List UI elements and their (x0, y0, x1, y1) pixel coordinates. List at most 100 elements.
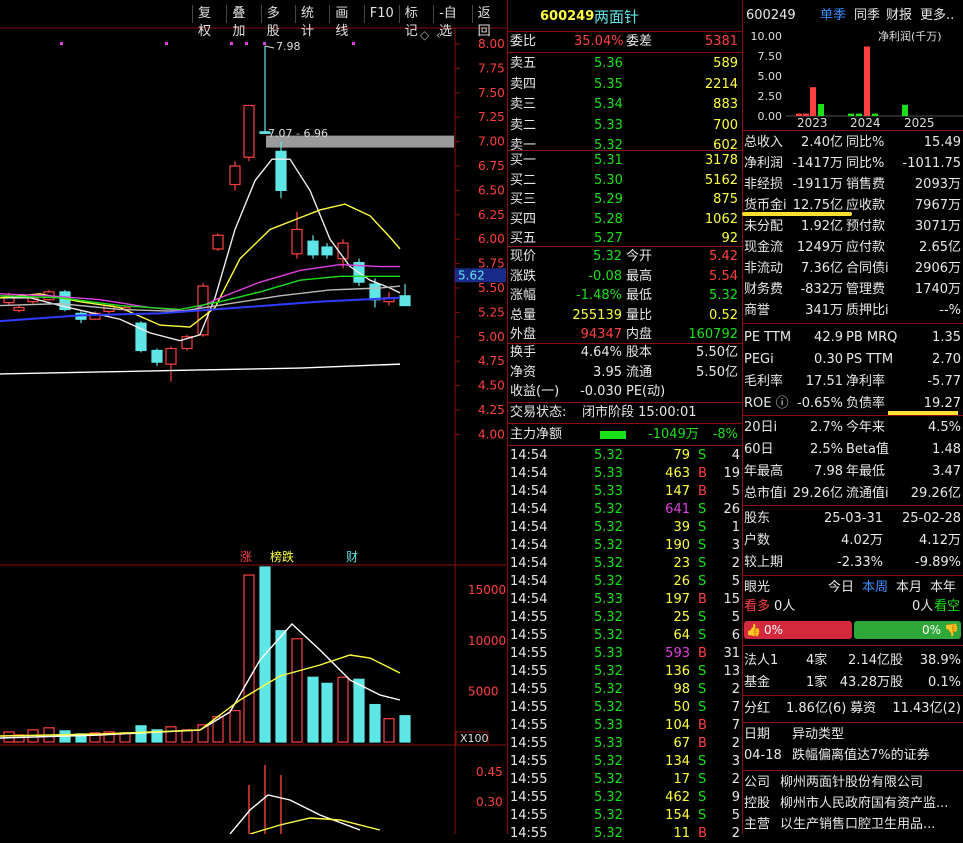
tick-row: 14:54 5.32 26 S 5 (508, 573, 742, 591)
kline-chart-panel[interactable]: 8.00 7.75 7.50 7.25 7.00 6.75 6.50 6.25 6.00 5.75… (0, 0, 506, 834)
tab-this-year[interactable]: 本年 (930, 578, 956, 598)
mini-bar (818, 104, 824, 116)
tick-volume: 79 (673, 448, 690, 463)
event-tag[interactable]: 涨 (240, 549, 252, 564)
tick-price: 5.32 (594, 754, 623, 769)
thumbs-up-icon: 👍 (746, 623, 761, 637)
mini-y-tick: 10.00 (751, 30, 783, 43)
bid-volume: 3178 (704, 153, 738, 168)
tick-price: 5.32 (594, 574, 623, 589)
fin-label: 净利润 (744, 156, 784, 171)
tick-volume: 147 (665, 484, 690, 499)
toolbar-button-7[interactable]: -自选 (433, 5, 472, 39)
tick-volume: 98 (673, 682, 690, 697)
tab-this-month[interactable]: 本月 (896, 578, 922, 598)
company-row: 主营 以生产销售口腔卫生用品... (742, 815, 963, 835)
kline-chart-canvas[interactable]: 8.007.757.507.257.006.756.506.256.005.75… (0, 0, 506, 834)
tick-row: 14:55 5.32 64 S 6 (508, 627, 742, 645)
abnormal-desc[interactable]: 跌幅偏离值达7%的证券 (792, 746, 930, 766)
toolbar-button-8[interactable]: 返回 (471, 5, 506, 39)
stat2-row: 净资 3.95 流通 5.50亿 (508, 364, 742, 382)
zhuli-pct: -8% (712, 427, 738, 442)
f10-code: 600249 (746, 8, 796, 23)
stat-row: 涨跌 -0.08 最高 5.54 (508, 268, 742, 286)
candle-body (321, 246, 333, 256)
tick-volume: 50 (673, 700, 690, 715)
tick-row: 14:54 5.32 190 S 3 (508, 537, 742, 555)
val-label: 负债率 (846, 396, 886, 411)
ask-row: 卖四 5.35 2214 (508, 76, 742, 94)
tick-row: 14:55 5.32 136 S 13 (508, 663, 742, 681)
tab-this-week[interactable]: 本周 (862, 578, 888, 598)
company-label: 公司 (744, 775, 771, 790)
stat-row: 现价 5.32 今开 5.42 (508, 248, 742, 266)
bid-label: 买四 (510, 211, 537, 227)
fin-label: 商誉 (744, 303, 771, 318)
chevron-left-icon[interactable]: ‹ (436, 28, 441, 42)
perf-value: 29.26亿 (910, 486, 961, 501)
event-tag[interactable]: 跌 (282, 549, 294, 564)
ask-row: 卖三 5.34 883 (508, 96, 742, 114)
toolbar-button-6[interactable]: 标记 (398, 5, 433, 39)
tab-caibao[interactable]: 财报 (886, 6, 912, 26)
inst-shares: 43.28万股 (839, 675, 903, 690)
candle-body (275, 150, 287, 192)
tab-danji[interactable]: 单季 (820, 6, 846, 26)
event-tag[interactable]: 榜 (270, 549, 282, 564)
fin-row: 非经损 -1911万 销售费 2093万 (742, 175, 963, 195)
tick-direction: S (698, 772, 707, 787)
toolbar-button-4[interactable]: 画线 (329, 5, 363, 39)
ma250-line (0, 363, 401, 375)
company-value[interactable]: 柳州市人民政府国有资产监... (780, 794, 948, 814)
tab-today[interactable]: 今日 (828, 578, 854, 598)
company-value[interactable]: 柳州两面针股份有限公司 (780, 773, 923, 793)
tick-count: 5 (731, 610, 740, 625)
tick-row: 14:55 5.33 104 B 7 (508, 717, 742, 735)
tick-count: 13 (723, 664, 740, 679)
perf-value: 29.26亿 (792, 486, 843, 501)
toolbar-button-5[interactable]: F10 (363, 5, 399, 23)
toolbar-button-1[interactable]: 叠加 (226, 5, 260, 39)
tick-row: 14:54 5.33 197 B 15 (508, 591, 742, 609)
tick-price: 5.32 (594, 664, 623, 679)
tick-price: 5.32 (594, 826, 623, 841)
toolbar-button-0[interactable]: 复权 (192, 5, 226, 39)
perf-row: 60日 2.5% Beta值 1.48 (742, 440, 963, 460)
stat2-value: 5.50亿 (696, 345, 738, 360)
tab-more[interactable]: 更多.. (920, 6, 954, 26)
tick-direction: S (698, 754, 707, 769)
toolbar-button-2[interactable]: 多股 (260, 5, 295, 39)
tick-count: 1 (731, 520, 740, 535)
event-tag[interactable]: 财 (346, 550, 358, 564)
fin-value: 2906万 (914, 261, 961, 276)
bear-bar[interactable]: 0% 👎 (854, 621, 961, 639)
stat-label: 最高 (626, 268, 653, 284)
val-label: 净利率 (846, 374, 886, 389)
signal-dot (245, 42, 248, 45)
high-price-label: 7.98 (276, 40, 301, 53)
tick-volume: 104 (665, 718, 690, 733)
tick-volume: 463 (665, 466, 690, 481)
stat-value: -1.48% (576, 288, 622, 303)
fin-label: 合同债i (846, 261, 889, 276)
tick-volume: 64 (673, 628, 690, 643)
stat2-value: 4.64% (580, 345, 622, 360)
stat-value: 255139 (572, 307, 622, 323)
holders-a: 25-03-31 (823, 511, 883, 526)
diamond-icon[interactable]: ◇ (420, 28, 429, 42)
tab-tongji[interactable]: 同季 (854, 6, 880, 26)
toolbar-button-3[interactable]: 统计 (295, 5, 329, 39)
fin-row: 财务费 -832万 管理费 1740万 (742, 280, 963, 300)
kankong-count: 0人 (912, 599, 934, 614)
tick-count: 5 (731, 808, 740, 823)
bull-bar[interactable]: 👍 0% (744, 621, 852, 639)
stat-label: 现价 (510, 249, 537, 264)
tick-volume: 462 (665, 790, 690, 805)
stat2-label: 股本 (626, 345, 653, 360)
company-value[interactable]: 以生产销售口腔卫生用品... (780, 815, 935, 835)
bid-price: 5.28 (594, 211, 623, 227)
tick-direction: B (698, 592, 707, 607)
signal-dot (263, 42, 266, 45)
price-axis-tick: 7.50 (478, 86, 505, 100)
bid-label: 买三 (510, 192, 537, 207)
